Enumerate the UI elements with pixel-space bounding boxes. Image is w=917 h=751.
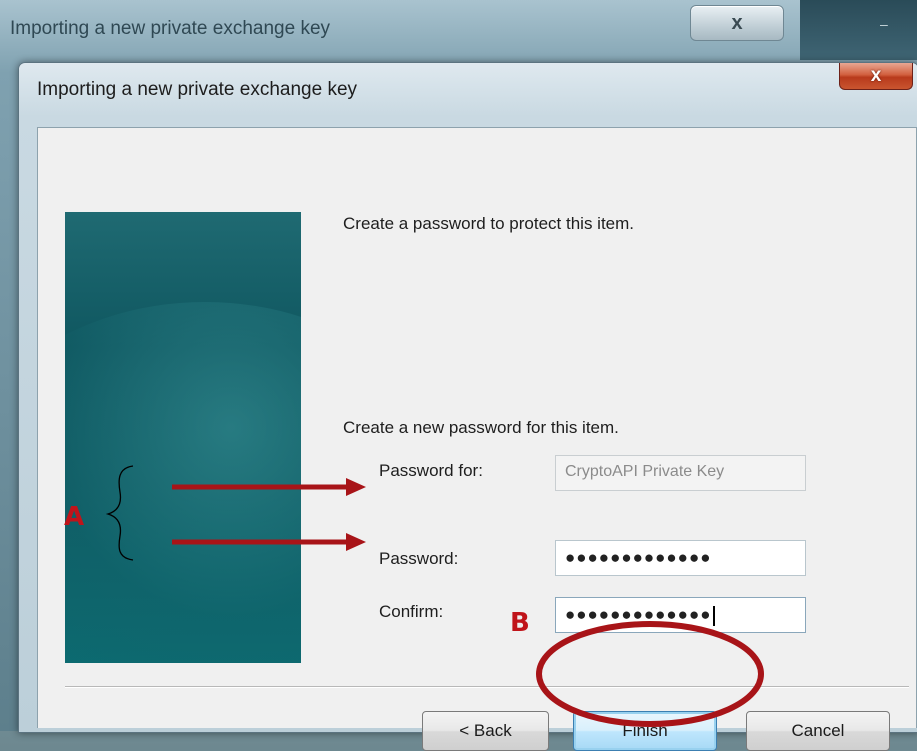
desktop-strip [800,0,917,60]
dialog-client-area: Create a password to protect this item. … [37,127,917,751]
confirm-input[interactable]: ●●●●●●●●●●●●● [555,597,806,633]
finish-button-label: Finish [622,721,668,740]
intro-text: Create a password to protect this item. [343,214,635,233]
import-key-dialog: Importing a new private exchange key x C… [18,62,917,751]
back-button-label: < Back [459,721,512,740]
section-heading: Create a new password for this item. [343,418,619,437]
dialog-close-button[interactable]: x [839,63,913,90]
minimize-icon: – [880,16,888,32]
annotation-label-a: A [64,502,85,532]
banner-curve [65,302,301,663]
close-icon: x [731,11,743,34]
cancel-button-label: Cancel [791,721,845,740]
dialog-title: Importing a new private exchange key [37,79,358,100]
password-for-value: CryptoAPI Private Key [565,463,725,480]
button-separator [65,686,909,688]
password-masked-value: ●●●●●●●●●●●●● [565,548,712,567]
confirm-masked-value: ●●●●●●●●●●●●● [565,605,712,624]
password-for-label: Password for: [379,461,483,480]
background-close-button[interactable]: x [690,5,784,41]
cancel-button[interactable]: Cancel [746,711,890,751]
confirm-label: Confirm: [379,602,444,621]
close-icon: x [870,65,882,86]
password-for-field: CryptoAPI Private Key [555,455,806,491]
annotation-label-b: B [510,608,530,638]
background-window-title: Importing a new private exchange key [10,18,331,39]
password-label: Password: [379,549,459,568]
finish-button[interactable]: Finish [573,711,717,751]
back-button[interactable]: < Back [422,711,549,751]
password-input[interactable]: ●●●●●●●●●●●●● [555,540,806,576]
wizard-banner-image [65,212,301,663]
text-caret [712,605,715,626]
